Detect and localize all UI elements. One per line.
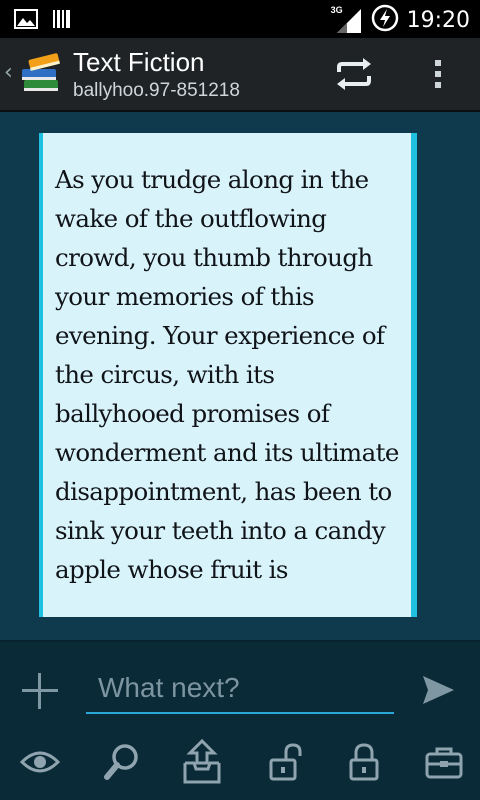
overflow-dots-icon xyxy=(435,60,441,88)
unlock-button[interactable] xyxy=(258,734,314,790)
command-input-bar xyxy=(0,640,480,730)
action-bar: ‹ Text Fiction ballyhoo.97-851218 xyxy=(0,38,480,112)
pick-up-icon xyxy=(183,739,221,784)
examine-button[interactable] xyxy=(94,734,150,790)
bottom-toolbar xyxy=(0,728,480,800)
signal-icon: 3G xyxy=(331,5,363,35)
status-bar: 3G 19:20 xyxy=(0,0,480,38)
data-sync-icon xyxy=(371,4,399,37)
story-panel[interactable]: As you trudge along in the wake of the o… xyxy=(39,133,417,617)
story-text: As you trudge along in the wake of the o… xyxy=(55,165,399,584)
up-chevron-icon[interactable]: ‹ xyxy=(4,60,13,85)
overflow-menu-button[interactable] xyxy=(414,52,462,96)
command-field[interactable] xyxy=(86,664,394,714)
barcode-notification-icon xyxy=(52,8,72,35)
restart-button[interactable] xyxy=(330,52,378,96)
story-file-name: ballyhoo.97-851218 xyxy=(73,80,240,101)
clock: 19:20 xyxy=(406,8,470,33)
inventory-button[interactable] xyxy=(416,734,472,790)
look-button[interactable] xyxy=(12,734,68,790)
add-button[interactable] xyxy=(20,671,60,711)
send-icon xyxy=(423,676,454,704)
plus-icon xyxy=(22,673,58,709)
padlock-icon xyxy=(349,743,379,781)
eye-icon xyxy=(20,751,60,773)
gallery-notification-icon xyxy=(14,9,38,34)
send-button[interactable] xyxy=(420,672,456,708)
magnifier-icon xyxy=(104,744,138,780)
command-input[interactable] xyxy=(86,671,394,705)
unlocked-padlock-icon xyxy=(269,743,302,781)
repeat-icon xyxy=(337,58,371,90)
take-button[interactable] xyxy=(174,734,230,790)
books-app-icon[interactable] xyxy=(18,52,66,96)
lock-button[interactable] xyxy=(336,734,392,790)
briefcase-icon xyxy=(425,747,463,779)
app-title: Text Fiction xyxy=(73,47,205,77)
